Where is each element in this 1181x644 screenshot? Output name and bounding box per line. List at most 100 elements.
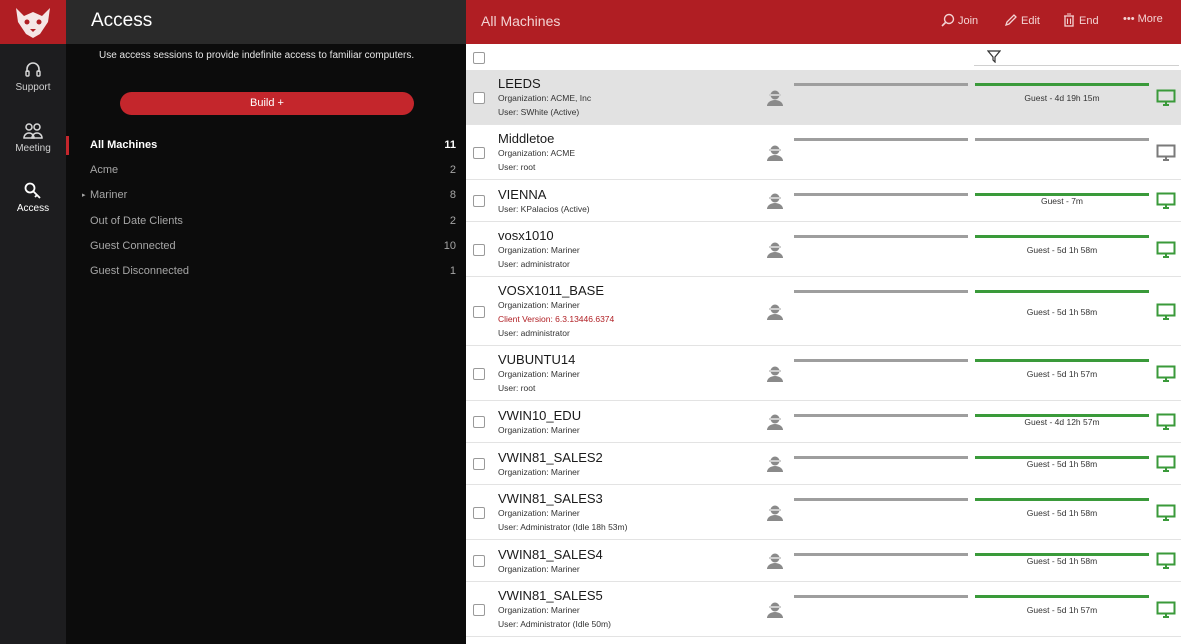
monitor-icon[interactable] (1156, 413, 1176, 436)
app-logo[interactable] (0, 0, 66, 44)
machine-name: vosx1010 (498, 228, 554, 243)
machine-detail: Organization: Mariner (498, 564, 580, 574)
machine-detail: Organization: ACME (498, 148, 576, 158)
row-checkbox[interactable] (473, 555, 485, 567)
machine-row[interactable]: VOSX1011_BASE Organization: Mariner Client… (466, 277, 1181, 346)
access-nav-panel: Access Use access sessions to provide in… (66, 0, 466, 644)
row-checkbox[interactable] (473, 507, 485, 519)
guest-status: Guest - 5d 1h 57m (1026, 369, 1098, 379)
nav-item-count: 2 (449, 164, 456, 177)
nav-item-guest-disconnected[interactable]: Guest Disconnected 1 (66, 259, 466, 284)
guest-status: Guest - 5d 1h 58m (1026, 556, 1098, 566)
rail-item-meeting[interactable]: Meeting (0, 121, 66, 154)
nav-description: Use access sessions to provide indefinit… (99, 50, 415, 61)
join-label: Join (958, 15, 979, 27)
monitor-icon[interactable] (1156, 552, 1176, 575)
row-checkbox[interactable] (473, 195, 485, 207)
edit-button[interactable]: Edit (1004, 13, 1040, 27)
host-connection-bar (794, 414, 968, 417)
host-connection-bar (794, 553, 968, 556)
machine-info: VWIN81_SALES5 Organization: Mariner User: … (498, 588, 611, 631)
end-button[interactable]: End (1062, 13, 1099, 27)
machine-row[interactable]: VWIN81_SALES5 Organization: Mariner User: … (466, 582, 1181, 637)
host-connection-bar (794, 456, 968, 459)
guest-connection-bar (975, 83, 1149, 86)
row-checkbox[interactable] (473, 306, 485, 318)
nav-item-label: Guest Connected (90, 239, 176, 252)
guest-icon (765, 551, 785, 576)
machine-row[interactable]: VWIN81_SALES3 Organization: Mariner User: … (466, 485, 1181, 540)
machine-info: VIENNA User: KPalacios (Active) (498, 187, 590, 216)
row-checkbox[interactable] (473, 368, 485, 380)
select-all-checkbox[interactable] (473, 52, 485, 64)
more-button[interactable]: ••• More (1123, 13, 1163, 25)
key-icon (24, 182, 41, 199)
monitor-icon[interactable] (1156, 89, 1176, 112)
host-connection-bar (794, 498, 968, 501)
guest-icon (765, 600, 785, 625)
row-checkbox[interactable] (473, 604, 485, 616)
join-button[interactable]: Join (941, 13, 978, 27)
rail-item-access[interactable]: Access (0, 181, 66, 214)
guest-connection-bar (975, 235, 1149, 238)
rail-label-support: Support (15, 82, 51, 93)
host-connection-bar (794, 235, 968, 238)
machine-row[interactable]: VIENNA User: KPalacios (Active) Guest - 7m (466, 180, 1181, 222)
machine-row[interactable]: Middletoe Organization: ACME User: root (466, 125, 1181, 180)
filter-input[interactable] (974, 50, 1179, 66)
machine-name: LEEDS (498, 76, 541, 91)
nav-item-out-of-date-clients[interactable]: Out of Date Clients 2 (66, 209, 466, 234)
app-rail: Support Meeting Access (0, 0, 66, 644)
guest-status: Guest - 5d 1h 58m (1026, 245, 1098, 255)
people-icon (23, 123, 43, 139)
nav-item-label: All Machines (90, 139, 158, 151)
nav-item-label: Acme (90, 164, 119, 177)
machine-row[interactable]: VWIN10_EDU Organization: Mariner Guest - 4… (466, 401, 1181, 443)
monitor-icon[interactable] (1156, 601, 1176, 624)
nav-item-label: Mariner (90, 189, 128, 202)
monitor-icon[interactable] (1156, 241, 1176, 264)
nav-item-acme[interactable]: Acme 2 (66, 158, 466, 183)
machine-detail: User: Administrator (Idle 18h 53m) (498, 522, 628, 532)
row-checkbox[interactable] (473, 92, 485, 104)
row-checkbox[interactable] (473, 244, 485, 256)
monitor-icon[interactable] (1156, 455, 1176, 478)
machine-row[interactable]: VWIN81_SALES4 Organization: Mariner Guest … (466, 540, 1181, 582)
guest-icon (765, 302, 785, 327)
guest-icon (765, 191, 785, 216)
machine-name: VWIN81_SALES2 (498, 450, 603, 465)
machine-row[interactable]: VWIN81_SALES2 Organization: Mariner Guest … (466, 443, 1181, 485)
monitor-icon[interactable] (1156, 192, 1176, 215)
toolbar-title: All Machines (481, 13, 561, 29)
machine-info: vosx1010 Organization: Mariner User: admin… (498, 228, 580, 271)
build-button[interactable]: Build + (120, 92, 414, 115)
host-connection-bar (794, 193, 968, 196)
nav-item-mariner[interactable]: ▸ Mariner 8 (66, 183, 466, 208)
machine-detail: Organization: Mariner (498, 425, 580, 435)
row-checkbox[interactable] (473, 416, 485, 428)
machine-name: VUBUNTU14 (498, 352, 576, 367)
row-checkbox[interactable] (473, 458, 485, 470)
machine-row[interactable]: vosx1010 Organization: Mariner User: admin… (466, 222, 1181, 277)
machine-name: VIENNA (498, 187, 547, 202)
monitor-icon[interactable] (1156, 303, 1176, 326)
host-connection-bar (794, 83, 968, 86)
nav-item-all-machines[interactable]: All Machines 11 (66, 133, 466, 158)
machine-info: VUBUNTU14 Organization: Mariner User: root (498, 352, 580, 395)
machine-row[interactable]: LEEDS Organization: ACME, Inc User: SWhite… (466, 70, 1181, 125)
machine-detail: User: administrator (498, 259, 570, 269)
caret-right-icon[interactable]: ▸ (82, 183, 86, 208)
nav-item-guest-connected[interactable]: Guest Connected 10 (66, 234, 466, 259)
monitor-icon[interactable] (1156, 365, 1176, 388)
machine-detail: User: root (498, 383, 536, 393)
row-checkbox[interactable] (473, 147, 485, 159)
monitor-icon[interactable] (1156, 144, 1176, 167)
guest-icon (765, 364, 785, 389)
machine-row[interactable]: VUBUNTU14 Organization: Mariner User: root… (466, 346, 1181, 401)
rail-item-support[interactable]: Support (0, 60, 66, 93)
machine-name: VWIN81_SALES3 (498, 491, 603, 506)
monitor-icon[interactable] (1156, 504, 1176, 527)
guest-connection-bar (975, 359, 1149, 362)
machine-detail: Organization: Mariner (498, 467, 580, 477)
machine-detail: User: Administrator (Idle 50m) (498, 619, 611, 629)
